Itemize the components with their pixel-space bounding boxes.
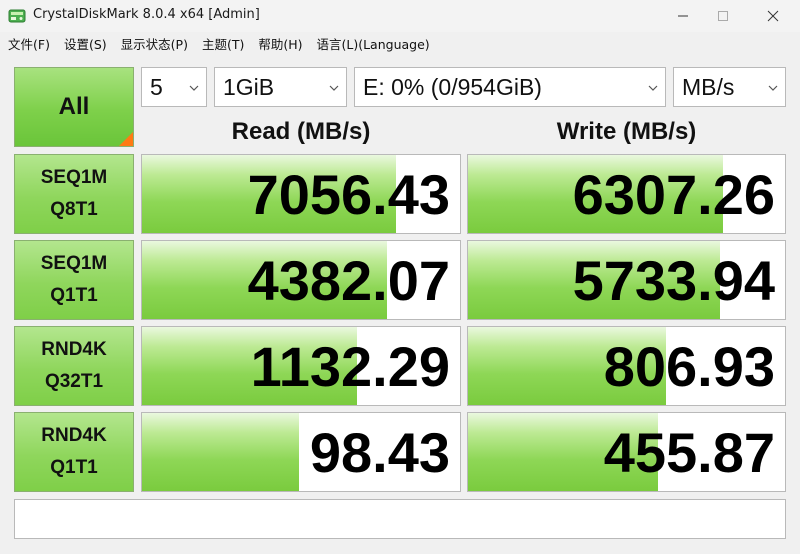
- write-column-header: Write (MB/s): [556, 118, 697, 145]
- window-title: CrystalDiskMark 8.0.4 x64 [Admin]: [33, 7, 260, 22]
- size-value: 1GiB: [223, 73, 275, 100]
- test-button-seq1m-q8t1[interactable]: SEQ1M Q8T1: [14, 154, 134, 234]
- read-value: 4382.07: [247, 249, 450, 312]
- test-queue: Q32T1: [44, 371, 104, 392]
- read-result-rnd4k-q1t1: 98.43: [141, 412, 461, 492]
- menu-settings[interactable]: 设置(S): [64, 34, 107, 53]
- test-name: SEQ1M: [40, 253, 108, 274]
- read-value: 98.43: [309, 421, 450, 484]
- unit-select[interactable]: MB/s: [673, 67, 786, 107]
- drive-value: E: 0% (0/954GiB): [363, 73, 542, 100]
- maximize-icon: [718, 11, 728, 21]
- read-column-header: Read (MB/s): [231, 118, 371, 145]
- menu-language[interactable]: 语言(L)(Language): [317, 34, 430, 53]
- test-button-rnd4k-q1t1[interactable]: RND4K Q1T1: [14, 412, 134, 492]
- maximize-button[interactable]: [700, 0, 746, 32]
- test-name: RND4K: [41, 339, 107, 360]
- write-value: 6307.26: [572, 163, 775, 226]
- all-button[interactable]: All: [14, 67, 134, 147]
- chevron-down-icon: [768, 85, 778, 91]
- test-name: RND4K: [41, 425, 107, 446]
- minimize-icon: [678, 15, 688, 17]
- unit-value: MB/s: [682, 73, 735, 100]
- test-button-rnd4k-q32t1[interactable]: RND4K Q32T1: [14, 326, 134, 406]
- app-icon: [8, 9, 26, 23]
- read-bar: [142, 413, 300, 491]
- write-result-rnd4k-q1t1: 455.87: [467, 412, 786, 492]
- write-result-seq1m-q8t1: 6307.26: [467, 154, 786, 234]
- title-bar: CrystalDiskMark 8.0.4 x64 [Admin]: [0, 0, 800, 32]
- close-icon: [767, 10, 779, 22]
- drive-select[interactable]: E: 0% (0/954GiB): [354, 67, 666, 107]
- chevron-down-icon: [648, 85, 658, 91]
- count-value: 5: [150, 73, 163, 100]
- write-value: 455.87: [603, 421, 775, 484]
- menu-bar: 文件(F) 设置(S) 显示状态(P) 主题(T) 帮助(H) 语言(L)(La…: [0, 32, 800, 54]
- read-value: 1132.29: [250, 335, 450, 398]
- read-result-rnd4k-q32t1: 1132.29: [141, 326, 461, 406]
- close-button[interactable]: [750, 0, 796, 32]
- menu-display-status[interactable]: 显示状态(P): [121, 34, 188, 53]
- read-result-seq1m-q1t1: 4382.07: [141, 240, 461, 320]
- count-select[interactable]: 5: [141, 67, 207, 107]
- read-value: 7056.43: [247, 163, 450, 226]
- menu-theme[interactable]: 主题(T): [202, 34, 244, 53]
- chevron-down-icon: [189, 85, 199, 91]
- test-queue: Q1T1: [50, 285, 98, 306]
- write-result-rnd4k-q32t1: 806.93: [467, 326, 786, 406]
- write-value: 5733.94: [572, 249, 775, 312]
- menu-help[interactable]: 帮助(H): [258, 34, 302, 53]
- chevron-down-icon: [329, 85, 339, 91]
- write-value: 806.93: [603, 335, 775, 398]
- read-result-seq1m-q8t1: 7056.43: [141, 154, 461, 234]
- comment-field[interactable]: [14, 499, 786, 539]
- size-select[interactable]: 1GiB: [214, 67, 347, 107]
- write-result-seq1m-q1t1: 5733.94: [467, 240, 786, 320]
- test-button-seq1m-q1t1[interactable]: SEQ1M Q1T1: [14, 240, 134, 320]
- test-name: SEQ1M: [40, 167, 108, 188]
- all-button-label: All: [58, 93, 90, 120]
- test-queue: Q1T1: [50, 457, 98, 478]
- test-queue: Q8T1: [50, 199, 98, 220]
- corner-marker: [119, 132, 133, 146]
- menu-file[interactable]: 文件(F): [8, 34, 50, 53]
